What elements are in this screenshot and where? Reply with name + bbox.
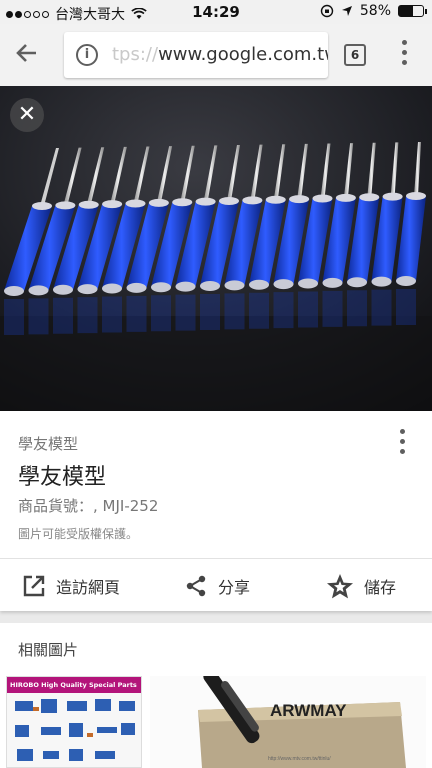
image-description: 商品貨號：, MJI-252 [18,497,159,515]
status-bar: 台灣大哥大 14:29 58% [0,0,432,24]
info-icon[interactable]: i [76,44,98,66]
battery-percent: 58% [359,3,391,19]
orientation-lock-icon [320,4,334,18]
share-icon [186,575,206,597]
image-preview[interactable]: ✕ [0,86,432,411]
visit-page-button[interactable]: 造訪網頁 [22,571,120,601]
address-bar[interactable]: i tps://www.google.com.tw [64,32,328,78]
related-image-thumbnail-1[interactable]: HIROBO High Quality Special Parts [6,676,142,768]
divider [0,558,432,559]
url-text[interactable]: tps://www.google.com.tw [112,44,328,65]
browser-toolbar: i tps://www.google.com.tw 6 [0,24,432,86]
share-label: 分享 [218,578,251,597]
screwdriver-set-photo [0,86,432,411]
browser-menu-icon[interactable] [396,40,412,70]
tab-switcher-button[interactable]: 6 [344,44,366,66]
parts-catalog-image [7,693,141,767]
box-brand-text: ARWMAY [270,701,347,720]
close-icon[interactable]: ✕ [10,98,44,132]
copyright-note: 圖片可能受版權保護。 [18,527,139,541]
battery-icon [398,5,427,17]
thumbnail-banner-text: HIROBO High Quality Special Parts [7,677,141,693]
more-options-icon[interactable] [394,429,410,459]
open-in-new-icon [23,575,45,597]
back-arrow-icon[interactable] [14,40,48,70]
visit-page-label: 造訪網頁 [56,578,121,597]
related-images-section: 相關圖片 HIROBO High Quality Special Parts A… [0,623,432,768]
location-icon [341,6,352,16]
share-button[interactable]: 分享 [184,571,250,601]
image-title[interactable]: 學友模型 [18,459,106,491]
star-save-icon [327,574,353,599]
source-site[interactable]: 學友模型 [18,433,78,454]
related-image-thumbnail-2[interactable]: ARWMAY http://www.mtv.com.tw/ttinlu/ [150,676,426,768]
box-url-text: http://www.mtv.com.tw/ttinlu/ [268,756,331,762]
save-button[interactable]: 儲存 [326,571,396,601]
related-images-heading: 相關圖片 [18,641,79,659]
save-label: 儲存 [364,578,397,597]
boxed-tool-image: ARWMAY http://www.mtv.com.tw/ttinlu/ [150,676,426,768]
image-info-card: 學友模型 學友模型 商品貨號：, MJI-252 圖片可能受版權保護。 造訪網頁… [0,411,432,611]
